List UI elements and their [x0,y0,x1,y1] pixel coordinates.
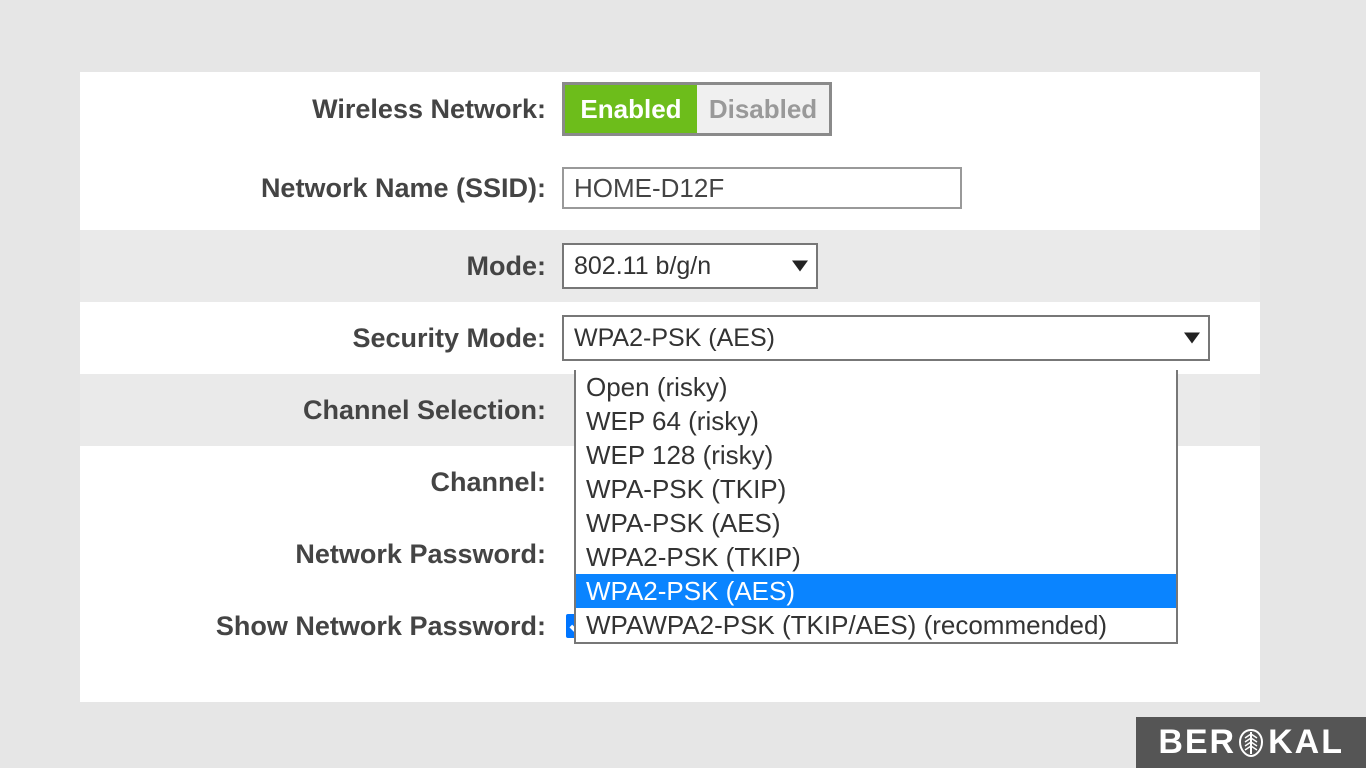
security-mode-select[interactable]: WPA2-PSK (AES) [562,315,1210,361]
wireless-settings-panel: Wireless Network: Enabled Disabled Netwo… [80,72,1260,702]
chevron-down-icon [792,261,808,272]
label-security-mode: Security Mode: [80,323,560,354]
label-wireless-network: Wireless Network: [80,94,560,125]
mode-select-value: 802.11 b/g/n [574,252,711,281]
mode-select[interactable]: 802.11 b/g/n [562,243,818,289]
wireless-toggle[interactable]: Enabled Disabled [562,82,832,136]
ssid-input[interactable] [562,167,962,209]
label-ssid: Network Name (SSID): [80,173,560,204]
row-mode: Mode: 802.11 b/g/n [80,230,1260,302]
security-option[interactable]: WPA-PSK (TKIP) [576,472,1176,506]
label-mode: Mode: [80,251,560,282]
security-option[interactable]: WPA2-PSK (TKIP) [576,540,1176,574]
brain-icon [1236,728,1266,758]
wireless-enabled-button[interactable]: Enabled [565,85,697,133]
label-channel-selection: Channel Selection: [80,395,560,426]
chevron-down-icon [1184,333,1200,344]
security-mode-dropdown[interactable]: Open (risky)WEP 64 (risky)WEP 128 (risky… [574,370,1178,644]
wireless-disabled-button[interactable]: Disabled [697,85,829,133]
label-network-password: Network Password: [80,539,560,570]
label-channel: Channel: [80,467,560,498]
security-option[interactable]: WPA-PSK (AES) [576,506,1176,540]
security-option[interactable]: WEP 64 (risky) [576,404,1176,438]
row-security-mode: Security Mode: WPA2-PSK (AES) [80,302,1260,374]
security-option[interactable]: Open (risky) [576,370,1176,404]
security-option[interactable]: WPAWPA2-PSK (TKIP/AES) (recommended) [576,608,1176,642]
row-wireless-network: Wireless Network: Enabled Disabled [80,72,1260,146]
watermark-text-left: BER [1158,723,1236,762]
label-show-password: Show Network Password: [80,611,560,642]
row-ssid: Network Name (SSID): [80,146,1260,230]
watermark-badge: BER KAL [1136,717,1366,768]
security-mode-value: WPA2-PSK (AES) [574,324,775,353]
watermark-text-right: KAL [1268,723,1344,762]
security-option[interactable]: WPA2-PSK (AES) [576,574,1176,608]
security-option[interactable]: WEP 128 (risky) [576,438,1176,472]
